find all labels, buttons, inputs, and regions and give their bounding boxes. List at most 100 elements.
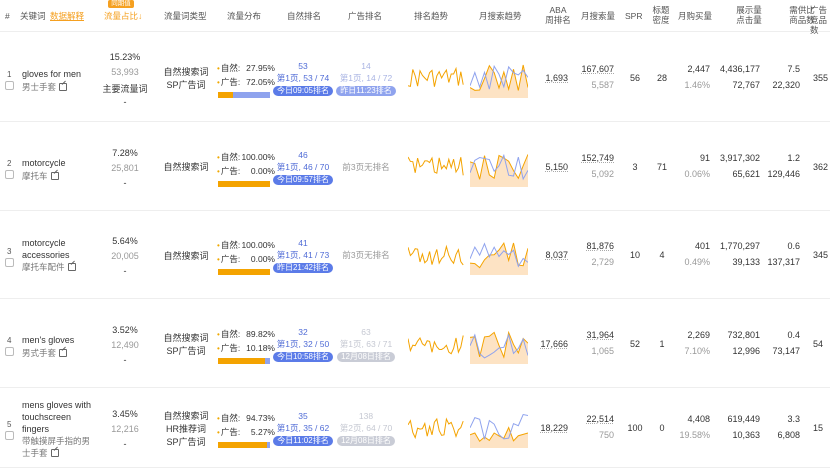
rank-trend-chart[interactable]	[408, 58, 466, 98]
rank-trend-line	[408, 417, 464, 440]
keyword-en[interactable]: mens gloves with touchscreen fingers	[22, 399, 96, 435]
organic-rank-value[interactable]: 35	[272, 410, 334, 422]
organic-rank-pill: 今日11:02排名	[273, 436, 333, 446]
monthly-trend-chart[interactable]	[470, 324, 528, 364]
organic-rank-value[interactable]: 41	[272, 237, 334, 249]
ad-rank-value[interactable]: 138	[335, 410, 397, 422]
ad-rank: 138 第2页, 64 / 70 12月08日排名	[335, 410, 397, 446]
spr-value: 56	[629, 72, 640, 83]
spr-value: 10	[629, 250, 640, 260]
col-monthly-trend[interactable]: 月搜索趋势	[479, 11, 522, 21]
organic-label: 自然:	[220, 328, 241, 339]
monthly-search[interactable]: 31,964	[576, 330, 614, 340]
row-checkbox[interactable]	[5, 80, 14, 90]
col-ad-rank[interactable]: 广告排名	[348, 11, 382, 21]
rank-trend-chart[interactable]	[408, 324, 466, 364]
edit-icon[interactable]	[50, 449, 59, 457]
organic-rank-value[interactable]: 32	[272, 326, 334, 338]
rank-trend-line	[408, 334, 464, 355]
traffic-share-count: 53,993	[111, 66, 139, 77]
col-traffic-type[interactable]: 流量词类型	[164, 11, 207, 21]
keyword-en[interactable]: men's gloves	[22, 334, 96, 346]
impressions: 732,801	[727, 329, 760, 340]
dist-ad: •广告: 10.18%	[217, 342, 275, 355]
col-traffic-share[interactable]: 流量占比↓	[104, 11, 142, 21]
organic-rank-page: 第1页, 41 / 73	[276, 250, 330, 260]
monthly-trend-chart[interactable]	[470, 58, 528, 98]
monthly-search[interactable]: 81,876	[576, 241, 614, 251]
monthly-search[interactable]: 152,749	[576, 153, 614, 163]
row-checkbox[interactable]	[5, 169, 14, 179]
ad-rank-value[interactable]: 63	[335, 326, 397, 338]
dist-organic: •自然: 100.00%	[217, 151, 275, 164]
share-dash: -	[123, 96, 127, 107]
organic-rank-value[interactable]: 53	[272, 60, 334, 72]
keyword-en[interactable]: gloves for men	[22, 68, 96, 80]
share-dash: -	[123, 439, 127, 449]
rank-trend-chart[interactable]	[408, 235, 466, 275]
monthly-trend-chart[interactable]	[470, 147, 528, 187]
edit-icon[interactable]	[50, 171, 59, 180]
monthly-purchase: 91	[699, 152, 710, 163]
ad-rank-pill: 12月08日排名	[337, 436, 395, 446]
clicks: 12,996	[732, 345, 760, 356]
monthly-search[interactable]: 22,514	[576, 414, 614, 424]
impressions: 3,917,302	[719, 152, 760, 163]
keyword-en[interactable]: motorcycle	[22, 157, 96, 169]
row-checkbox[interactable]	[5, 258, 14, 267]
rank-trend-chart[interactable]	[408, 408, 466, 448]
monthly-purchase: 4,408	[687, 414, 710, 424]
edit-icon[interactable]	[59, 348, 68, 357]
row-checkbox[interactable]	[5, 431, 14, 440]
edit-icon[interactable]	[59, 82, 68, 91]
monthly-search[interactable]: 167,607	[576, 64, 614, 74]
col-organic-rank[interactable]: 自然排名	[287, 11, 321, 21]
purchase-rate: 19.58%	[679, 430, 710, 440]
aba-rank[interactable]: 8,037	[532, 250, 568, 260]
dist-organic: •自然: 27.95%	[217, 62, 275, 75]
col-monthly-purchase[interactable]: 月购买量	[678, 11, 712, 21]
clicks: 39,133	[732, 257, 760, 267]
col-aba-rank[interactable]: ABA 周排名	[544, 5, 572, 25]
organic-rank-value[interactable]: 46	[272, 149, 334, 161]
col-impressions[interactable]: 展示量 点击量	[735, 5, 763, 25]
col-ad-products[interactable]: 广告 竞品数	[810, 5, 830, 35]
edit-icon[interactable]	[67, 263, 76, 271]
aba-rank[interactable]: 5,150	[532, 162, 568, 172]
spr-value: 100	[627, 423, 643, 433]
dot-icon: •	[217, 63, 220, 73]
dist-bar	[218, 91, 270, 98]
col-keyword[interactable]: 关键词	[20, 11, 46, 21]
monthly-trend-chart[interactable]	[470, 235, 528, 275]
col-spr[interactable]: SPR	[625, 11, 642, 21]
ad-rank-value[interactable]: 14	[335, 60, 397, 72]
col-rank-trend[interactable]: 排名趋势	[414, 11, 448, 21]
product-count: 6,808	[777, 430, 800, 440]
traffic-share: 15.23%	[109, 51, 141, 62]
col-monthly-search[interactable]: 月搜索量	[581, 11, 615, 21]
ad-label: 广告:	[220, 165, 241, 176]
col-title-density[interactable]: 标题 密度	[652, 5, 670, 25]
rank-trend-line	[408, 244, 464, 266]
organic-pct: 27.95%	[246, 62, 275, 73]
organic-rank-pill: 今日09:57排名	[272, 174, 334, 185]
row-checkbox[interactable]	[5, 346, 14, 356]
organic-rank: 53 第1页, 53 / 74 今日09:05排名	[272, 60, 334, 96]
row-index: 5	[7, 420, 12, 429]
monthly-trend-chart[interactable]	[470, 408, 528, 448]
organic-pct: 89.82%	[246, 328, 275, 339]
organic-rank-pill: 昨日21:42排名	[272, 263, 334, 273]
aba-rank[interactable]: 18,229	[532, 423, 568, 433]
col-traffic-dist[interactable]: 流量分布	[227, 11, 261, 21]
rank-trend-chart[interactable]	[408, 147, 466, 187]
impressions: 4,436,177	[719, 63, 760, 74]
ad-rank-pill: 昨日11:23排名	[336, 85, 396, 96]
keyword-en[interactable]: motorcycle accessories	[22, 237, 96, 261]
data-explain-link[interactable]: 数据解释	[50, 11, 84, 21]
organic-pct: 94.73%	[246, 413, 275, 423]
aba-rank[interactable]: 17,666	[532, 339, 568, 349]
organic-rank-time: 今日11:02排名	[272, 434, 334, 446]
aba-rank[interactable]: 1,693	[532, 73, 568, 83]
ad-competitors: 15	[813, 423, 824, 433]
supply-ratio: 0.6	[787, 241, 800, 251]
